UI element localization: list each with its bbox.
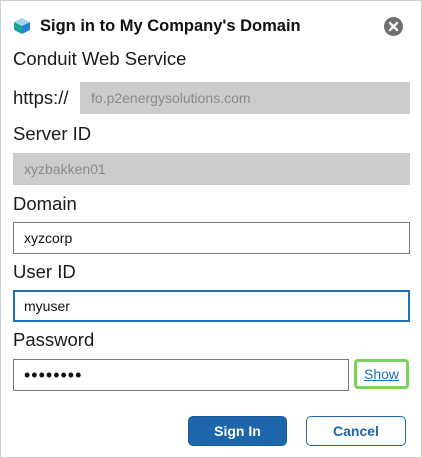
- server-id-field: [13, 153, 410, 185]
- cancel-button[interactable]: Cancel: [306, 416, 406, 446]
- password-field[interactable]: [13, 359, 349, 391]
- show-password-highlight: Show: [354, 359, 409, 389]
- conduit-web-service-label: Conduit Web Service: [13, 48, 187, 69]
- domain-label: Domain: [13, 193, 77, 214]
- user-id-label: User ID: [13, 261, 76, 282]
- close-icon[interactable]: [384, 17, 403, 36]
- title-bar: Sign in to My Company's Domain: [13, 14, 301, 38]
- server-id-label: Server ID: [13, 123, 92, 144]
- conduit-url-field: [80, 82, 410, 114]
- sign-in-button[interactable]: Sign In: [188, 416, 287, 446]
- show-password-link[interactable]: Show: [364, 366, 399, 382]
- https-prefix: https://: [13, 87, 69, 108]
- domain-field[interactable]: [13, 222, 410, 254]
- user-id-field[interactable]: [13, 290, 410, 322]
- sign-in-dialog: Sign in to My Company's Domain Conduit W…: [0, 0, 422, 458]
- layered-cube-logo: [14, 18, 30, 34]
- password-label: Password: [13, 329, 95, 350]
- dialog-title: Sign in to My Company's Domain: [40, 16, 301, 35]
